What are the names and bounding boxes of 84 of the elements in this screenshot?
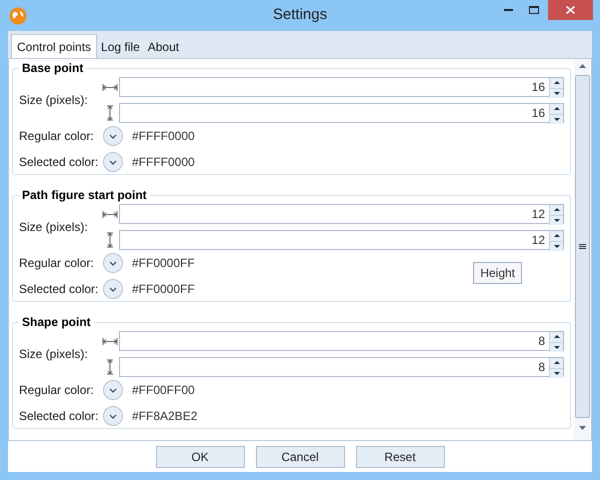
- width-icon: [102, 338, 118, 344]
- down-arrow-icon: [554, 372, 560, 375]
- color-value: #FF00FF00: [132, 382, 195, 399]
- number-value: 16: [530, 105, 546, 122]
- grip-icon: [578, 244, 586, 249]
- color-dropdown-button[interactable]: [103, 126, 123, 146]
- color-dropdown-button[interactable]: [103, 152, 123, 172]
- size-label: Size (pixels):: [19, 346, 89, 363]
- color-value: #FF8A2BE2: [132, 408, 198, 425]
- color-dropdown-button[interactable]: [103, 253, 123, 273]
- color-label: Regular color:: [19, 128, 95, 145]
- width-icon: [102, 210, 118, 218]
- globe-icon: [9, 6, 27, 24]
- down-arrow-icon: [554, 244, 560, 248]
- tab[interactable]: About: [144, 36, 184, 58]
- dialog-button[interactable]: Reset: [356, 446, 444, 468]
- number-value: 8: [537, 333, 546, 350]
- tooltip: Height: [473, 262, 522, 284]
- color-label: Selected color:: [19, 281, 100, 298]
- minimize-icon: [504, 9, 512, 11]
- group-title: Shape point: [21, 314, 92, 331]
- group-title: Path figure start point: [21, 187, 148, 204]
- chevron-down-icon: [109, 160, 117, 164]
- tab[interactable]: Control points: [11, 34, 98, 58]
- dialog-button[interactable]: Cancel: [256, 446, 344, 468]
- color-label: Selected color:: [19, 408, 100, 425]
- spin-up-button[interactable]: [550, 231, 563, 242]
- spin-up-button[interactable]: [550, 332, 563, 342]
- color-label: Regular color:: [19, 382, 95, 399]
- number-value: 12: [530, 232, 546, 249]
- close-button[interactable]: [548, 0, 593, 20]
- size-label: Size (pixels):: [19, 219, 89, 236]
- number-field[interactable]: 8: [119, 331, 564, 351]
- color-value: #FFFF0000: [132, 154, 195, 171]
- close-icon: [566, 6, 575, 14]
- maximize-icon: [529, 6, 539, 14]
- dialog-button[interactable]: OK: [156, 446, 244, 468]
- up-arrow-icon: [554, 335, 560, 338]
- spin-up-button[interactable]: [550, 358, 563, 368]
- width-icon: [102, 84, 118, 90]
- scroll-thumb[interactable]: [574, 75, 590, 418]
- down-arrow-icon: [554, 218, 560, 222]
- spin-up-button[interactable]: [550, 78, 563, 88]
- scrollbar[interactable]: [574, 59, 590, 440]
- up-arrow-icon: [554, 361, 560, 364]
- number-field[interactable]: 16: [119, 103, 564, 123]
- chevron-down-icon: [109, 260, 117, 266]
- number-value: 8: [537, 359, 546, 376]
- scroll-up-icon: [578, 64, 586, 68]
- color-label: Selected color:: [19, 154, 100, 171]
- color-value: #FF0000FF: [132, 281, 195, 298]
- height-icon: [106, 359, 114, 375]
- up-arrow-icon: [554, 208, 560, 212]
- up-arrow-icon: [554, 107, 560, 110]
- number-value: 16: [530, 79, 546, 96]
- group-title: Base point: [21, 60, 84, 77]
- scroll-down-icon: [578, 426, 586, 430]
- color-value: #FFFF0000: [132, 128, 195, 145]
- height-icon: [106, 105, 114, 121]
- chevron-down-icon: [109, 388, 117, 392]
- chevron-down-icon: [109, 286, 117, 292]
- number-field[interactable]: 16: [119, 77, 564, 97]
- color-dropdown-button[interactable]: [103, 406, 123, 426]
- number-value: 12: [530, 206, 546, 223]
- color-value: #FF0000FF: [132, 255, 195, 272]
- number-field[interactable]: 12: [119, 204, 564, 224]
- color-label: Regular color:: [19, 255, 95, 272]
- chevron-down-icon: [109, 414, 117, 418]
- spin-up-button[interactable]: [550, 205, 563, 216]
- up-arrow-icon: [554, 234, 560, 238]
- tab[interactable]: Log file: [97, 36, 144, 58]
- color-dropdown-button[interactable]: [103, 380, 123, 400]
- chevron-down-icon: [109, 134, 117, 138]
- up-arrow-icon: [554, 81, 560, 84]
- number-field[interactable]: 8: [119, 357, 564, 377]
- size-label: Size (pixels):: [19, 92, 89, 109]
- height-icon: [106, 232, 114, 248]
- number-field[interactable]: 12: [119, 230, 564, 250]
- down-arrow-icon: [554, 346, 560, 349]
- spin-up-button[interactable]: [550, 104, 563, 114]
- down-arrow-icon: [554, 118, 560, 121]
- down-arrow-icon: [554, 92, 560, 95]
- window-title: Settings: [272, 5, 328, 26]
- color-dropdown-button[interactable]: [103, 279, 123, 299]
